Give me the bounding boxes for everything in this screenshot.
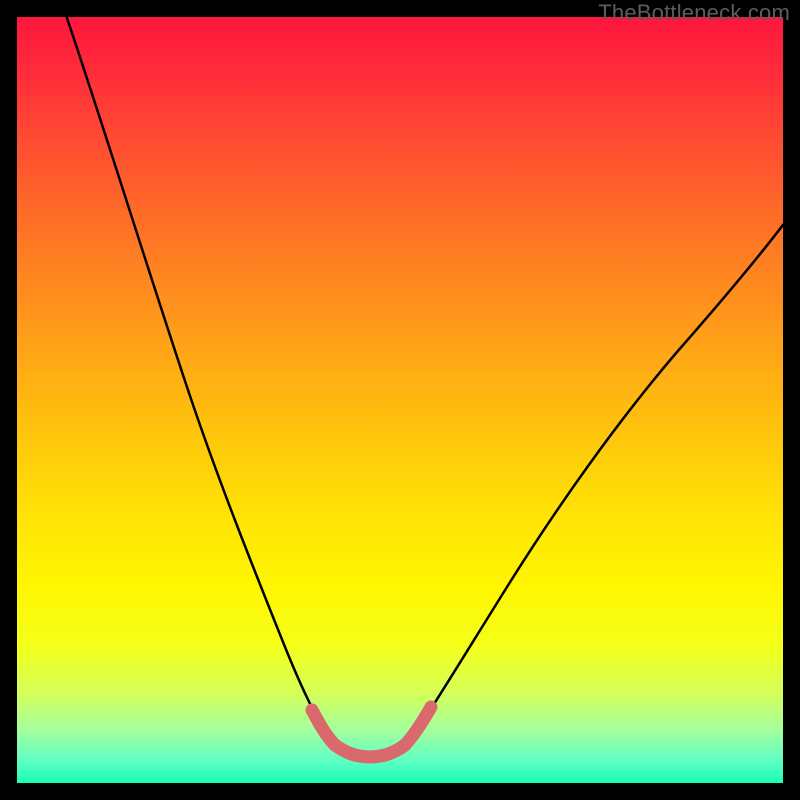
curve-left-branch bbox=[65, 17, 333, 744]
curve-right-branch bbox=[407, 217, 783, 744]
curve-highlight-bottom bbox=[335, 745, 405, 757]
watermark-text: TheBottleneck.com bbox=[598, 0, 790, 26]
chart-frame bbox=[17, 17, 783, 783]
chart-svg bbox=[17, 17, 783, 783]
curve-highlight-right bbox=[405, 707, 431, 745]
